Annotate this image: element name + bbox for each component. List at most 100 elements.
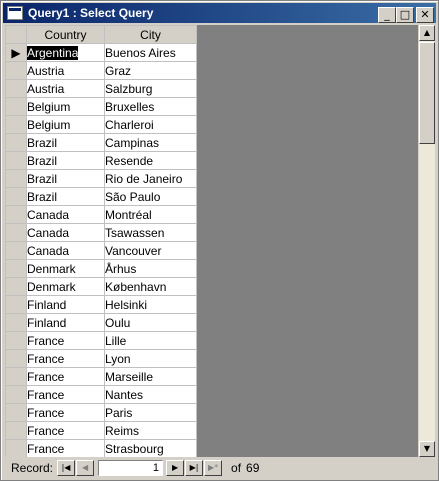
- column-header-country[interactable]: Country: [26, 25, 105, 44]
- row-selector[interactable]: [5, 403, 27, 422]
- table-row[interactable]: Austria Salzburg: [5, 79, 197, 98]
- cell-city[interactable]: Graz: [104, 61, 197, 80]
- cell-city[interactable]: Marseille: [104, 367, 197, 386]
- table-row[interactable]: Brazil Rio de Janeiro: [5, 169, 197, 188]
- cell-country[interactable]: Brazil: [26, 133, 105, 152]
- table-row[interactable]: Brazil São Paulo: [5, 187, 197, 206]
- cell-country[interactable]: Brazil: [26, 169, 105, 188]
- cell-country[interactable]: France: [26, 421, 105, 440]
- cell-country[interactable]: France: [26, 331, 105, 350]
- row-selector[interactable]: [5, 295, 27, 314]
- table-row[interactable]: Finland Helsinki: [5, 295, 197, 314]
- row-selector[interactable]: [5, 421, 27, 440]
- close-button[interactable]: ✕: [416, 7, 434, 23]
- row-selector[interactable]: [5, 97, 27, 116]
- cell-city[interactable]: Buenos Aires: [104, 43, 197, 62]
- row-selector[interactable]: [5, 115, 27, 134]
- table-row[interactable]: France Paris: [5, 403, 197, 422]
- cell-city[interactable]: Campinas: [104, 133, 197, 152]
- cell-country[interactable]: Denmark: [26, 277, 105, 296]
- cell-city[interactable]: Salzburg: [104, 79, 197, 98]
- row-selector[interactable]: [5, 349, 27, 368]
- cell-city[interactable]: Paris: [104, 403, 197, 422]
- row-selector[interactable]: [5, 151, 27, 170]
- cell-country[interactable]: France: [26, 385, 105, 404]
- table-row[interactable]: France Strasbourg: [5, 439, 197, 457]
- row-selector[interactable]: [5, 241, 27, 260]
- cell-country[interactable]: Austria: [26, 61, 105, 80]
- row-selector[interactable]: [5, 223, 27, 242]
- scroll-down-icon[interactable]: ▼: [419, 441, 435, 457]
- cell-city[interactable]: Resende: [104, 151, 197, 170]
- scroll-thumb[interactable]: [419, 42, 435, 144]
- minimize-button[interactable]: _: [378, 7, 396, 23]
- column-header-city[interactable]: City: [104, 25, 197, 44]
- cell-country[interactable]: France: [26, 349, 105, 368]
- scroll-up-icon[interactable]: ▲: [419, 25, 435, 41]
- table-row[interactable]: Canada Tsawassen: [5, 223, 197, 242]
- cell-city[interactable]: Tsawassen: [104, 223, 197, 242]
- cell-city[interactable]: Nantes: [104, 385, 197, 404]
- cell-city[interactable]: Montréal: [104, 205, 197, 224]
- row-selector[interactable]: [5, 277, 27, 296]
- cell-country[interactable]: Finland: [26, 295, 105, 314]
- cell-city[interactable]: Helsinki: [104, 295, 197, 314]
- next-record-button[interactable]: ▶: [166, 460, 185, 476]
- cell-country[interactable]: Finland: [26, 313, 105, 332]
- table-row[interactable]: Canada Montréal: [5, 205, 197, 224]
- table-row[interactable]: Denmark Århus: [5, 259, 197, 278]
- cell-country[interactable]: Canada: [26, 223, 105, 242]
- table-row[interactable]: ▶ Argentina Buenos Aires: [5, 43, 197, 62]
- cell-city[interactable]: Bruxelles: [104, 97, 197, 116]
- vertical-scrollbar[interactable]: ▲ ▼: [418, 25, 435, 457]
- cell-country[interactable]: Brazil: [26, 151, 105, 170]
- row-selector[interactable]: [5, 439, 27, 457]
- table-row[interactable]: Belgium Bruxelles: [5, 97, 197, 116]
- row-selector[interactable]: [5, 385, 27, 404]
- new-record-button[interactable]: ▶*: [204, 460, 223, 476]
- row-selector[interactable]: [5, 259, 27, 278]
- table-row[interactable]: Brazil Resende: [5, 151, 197, 170]
- row-selector[interactable]: ▶: [5, 43, 27, 62]
- table-row[interactable]: Canada Vancouver: [5, 241, 197, 260]
- record-number-input[interactable]: 1: [98, 460, 164, 476]
- cell-city[interactable]: Lyon: [104, 349, 197, 368]
- row-selector[interactable]: [5, 169, 27, 188]
- table-row[interactable]: France Marseille: [5, 367, 197, 386]
- last-record-button[interactable]: ▶|: [185, 460, 204, 476]
- table-row[interactable]: France Lyon: [5, 349, 197, 368]
- table-row[interactable]: Finland Oulu: [5, 313, 197, 332]
- cell-country[interactable]: Belgium: [26, 97, 105, 116]
- cell-country[interactable]: Canada: [26, 205, 105, 224]
- table-row[interactable]: France Reims: [5, 421, 197, 440]
- row-selector[interactable]: [5, 313, 27, 332]
- select-all-corner[interactable]: [5, 25, 27, 44]
- title-bar[interactable]: Query1 : Select Query _ □ ✕: [3, 3, 436, 23]
- cell-country[interactable]: Denmark: [26, 259, 105, 278]
- maximize-button[interactable]: □: [396, 7, 414, 23]
- row-selector[interactable]: [5, 79, 27, 98]
- first-record-button[interactable]: |◀: [57, 460, 76, 476]
- row-selector[interactable]: [5, 133, 27, 152]
- cell-city[interactable]: Oulu: [104, 313, 197, 332]
- cell-country[interactable]: Austria: [26, 79, 105, 98]
- previous-record-button[interactable]: ◀: [76, 460, 95, 476]
- cell-city[interactable]: Reims: [104, 421, 197, 440]
- table-row[interactable]: France Lille: [5, 331, 197, 350]
- cell-city[interactable]: São Paulo: [104, 187, 197, 206]
- cell-city[interactable]: Rio de Janeiro: [104, 169, 197, 188]
- table-row[interactable]: France Nantes: [5, 385, 197, 404]
- row-selector[interactable]: [5, 367, 27, 386]
- cell-country[interactable]: France: [26, 367, 105, 386]
- table-row[interactable]: Denmark København: [5, 277, 197, 296]
- row-selector[interactable]: [5, 61, 27, 80]
- row-selector[interactable]: [5, 205, 27, 224]
- row-selector[interactable]: [5, 331, 27, 350]
- table-row[interactable]: Brazil Campinas: [5, 133, 197, 152]
- table-row[interactable]: Austria Graz: [5, 61, 197, 80]
- cell-country[interactable]: France: [26, 403, 105, 422]
- cell-country[interactable]: Brazil: [26, 187, 105, 206]
- cell-country[interactable]: Canada: [26, 241, 105, 260]
- cell-city[interactable]: Lille: [104, 331, 197, 350]
- cell-city[interactable]: København: [104, 277, 197, 296]
